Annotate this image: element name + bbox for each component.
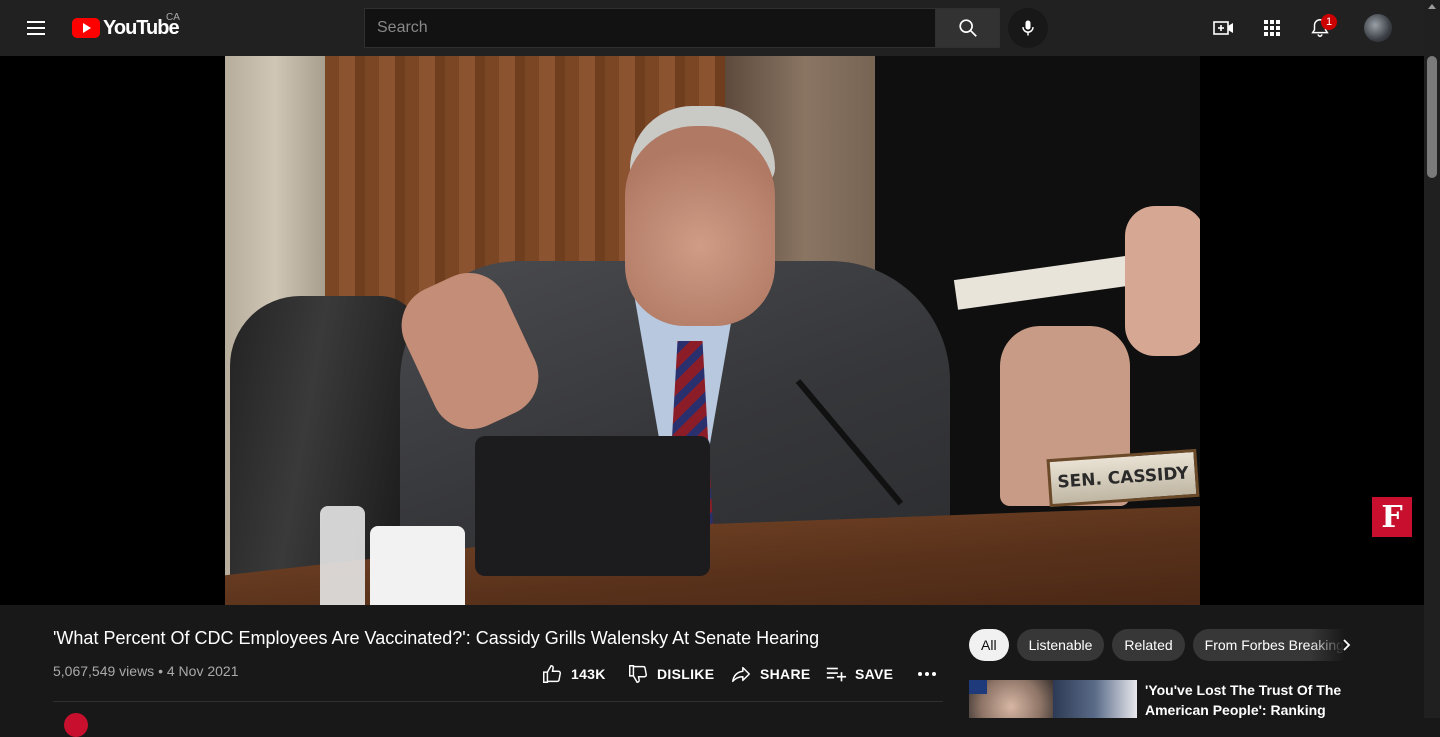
search-box bbox=[364, 8, 1000, 48]
search-input[interactable] bbox=[364, 8, 936, 48]
related-filter-chips: AllListenableRelatedFrom Forbes Breaking… bbox=[969, 629, 1359, 661]
chip-all[interactable]: All bbox=[969, 629, 1009, 661]
more-icon bbox=[918, 672, 936, 676]
youtube-logo[interactable]: YouTube bbox=[72, 17, 180, 39]
like-button[interactable]: 143K bbox=[541, 662, 606, 686]
apps-button[interactable] bbox=[1260, 16, 1284, 40]
create-video-icon bbox=[1213, 21, 1233, 35]
share-label: SHARE bbox=[760, 666, 811, 682]
video-player[interactable]: SEN. CASSIDY bbox=[0, 56, 1424, 605]
upload-date: 4 Nov 2021 bbox=[166, 663, 239, 679]
recommended-title[interactable]: 'You've Lost The Trust Of The American P… bbox=[1145, 680, 1360, 718]
video-meta: 5,067,549 views • 4 Nov 2021 bbox=[53, 663, 239, 679]
scroll-up-arrow-icon[interactable] bbox=[1428, 4, 1436, 9]
menu-icon[interactable] bbox=[24, 16, 48, 40]
chip-listenable[interactable]: Listenable bbox=[1016, 629, 1105, 661]
thumb-up-icon bbox=[543, 665, 561, 683]
youtube-logo-icon bbox=[72, 18, 100, 38]
region-code: CA bbox=[166, 12, 180, 23]
scrollbar-thumb[interactable] bbox=[1427, 56, 1437, 178]
thumb-down-icon bbox=[629, 665, 647, 683]
save-label: SAVE bbox=[855, 666, 894, 682]
voice-search-button[interactable] bbox=[1008, 8, 1048, 48]
view-count: 5,067,549 views bbox=[53, 663, 155, 679]
save-button[interactable]: SAVE bbox=[825, 662, 893, 686]
channel-watermark[interactable]: F bbox=[1372, 497, 1412, 537]
thumbnail-logo bbox=[969, 680, 987, 694]
create-button[interactable] bbox=[1212, 16, 1236, 40]
divider bbox=[53, 701, 943, 702]
account-avatar[interactable] bbox=[1364, 14, 1392, 42]
dislike-label: DISLIKE bbox=[657, 666, 715, 682]
search-icon bbox=[958, 19, 977, 37]
share-button[interactable]: SHARE bbox=[730, 662, 811, 686]
search-button[interactable] bbox=[936, 8, 1000, 48]
video-frame: SEN. CASSIDY bbox=[225, 56, 1200, 605]
chip-related[interactable]: Related bbox=[1112, 629, 1185, 661]
recommended-thumbnail[interactable] bbox=[969, 680, 1137, 718]
share-icon bbox=[732, 666, 750, 683]
mic-icon bbox=[1022, 20, 1034, 36]
chips-next-button[interactable] bbox=[1334, 633, 1358, 657]
playlist-add-icon bbox=[826, 667, 847, 682]
channel-avatar[interactable] bbox=[64, 713, 88, 737]
dislike-button[interactable]: DISLIKE bbox=[627, 662, 714, 686]
masthead: YouTube CA 1 bbox=[0, 0, 1424, 56]
more-actions-button[interactable] bbox=[915, 662, 939, 686]
notification-badge: 1 bbox=[1321, 14, 1337, 30]
apps-grid-icon bbox=[1264, 20, 1280, 36]
like-count: 143K bbox=[571, 666, 606, 682]
chevron-right-icon bbox=[1343, 639, 1351, 651]
video-title: 'What Percent Of CDC Employees Are Vacci… bbox=[53, 628, 820, 648]
video-info: 'What Percent Of CDC Employees Are Vacci… bbox=[53, 605, 943, 718]
page-scrollbar[interactable] bbox=[1424, 0, 1440, 718]
